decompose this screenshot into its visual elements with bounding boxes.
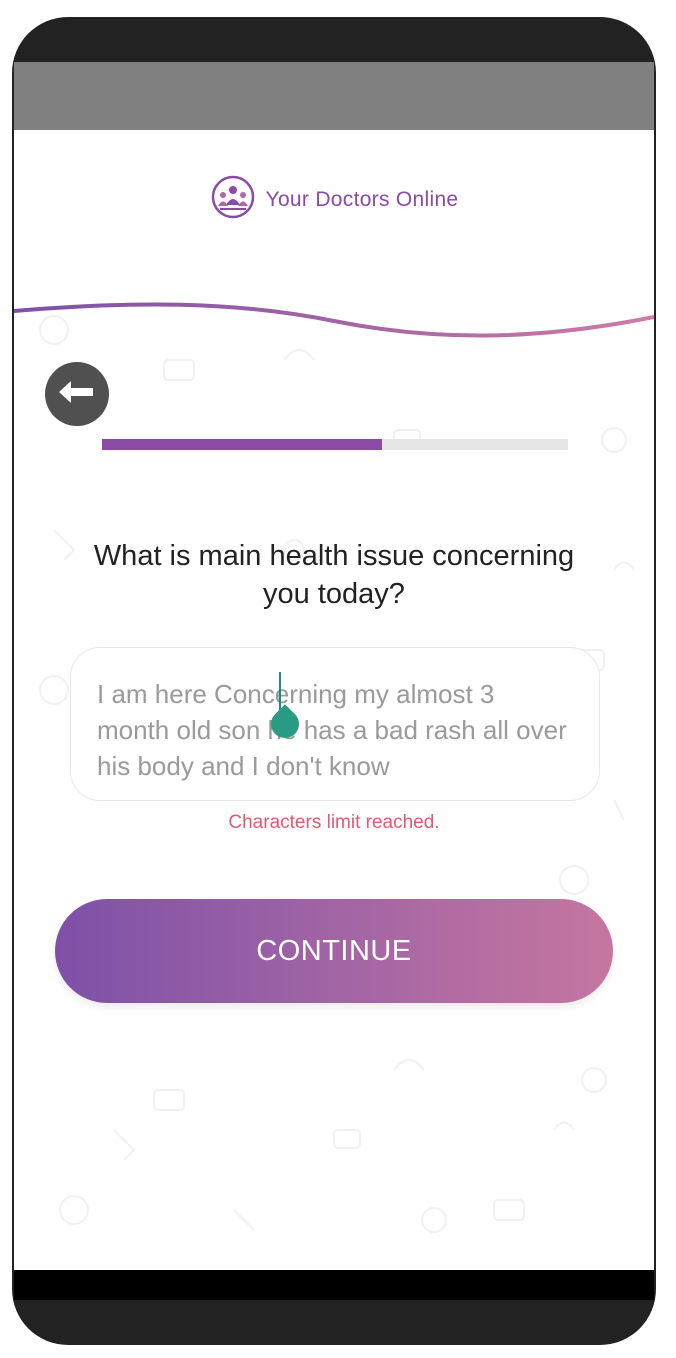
question-heading: What is main health issue concerning you… xyxy=(93,540,575,610)
answer-textarea[interactable]: I am here Concerning my almost 3 month o… xyxy=(70,647,600,801)
answer-text: I am here Concerning my almost 3 month o… xyxy=(97,679,567,781)
brand-logo: Your Doctors Online xyxy=(14,174,654,225)
continue-button[interactable]: CONTINUE xyxy=(55,899,613,1003)
progress-bar xyxy=(102,439,568,450)
phone-frame: Your Doctors Online What is main health … xyxy=(12,17,656,1345)
navigation-bar xyxy=(14,1270,654,1300)
brand-name: Your Doctors Online xyxy=(265,187,459,211)
progress-fill xyxy=(102,439,382,450)
status-bar xyxy=(14,62,654,130)
app-screen: Your Doctors Online What is main health … xyxy=(14,62,654,1300)
text-cursor xyxy=(279,672,281,712)
doctors-group-icon xyxy=(210,174,256,225)
decorative-wave xyxy=(14,302,654,338)
character-limit-message: Characters limit reached. xyxy=(228,812,440,833)
back-button[interactable] xyxy=(45,362,109,426)
arrow-left-icon xyxy=(57,379,97,410)
